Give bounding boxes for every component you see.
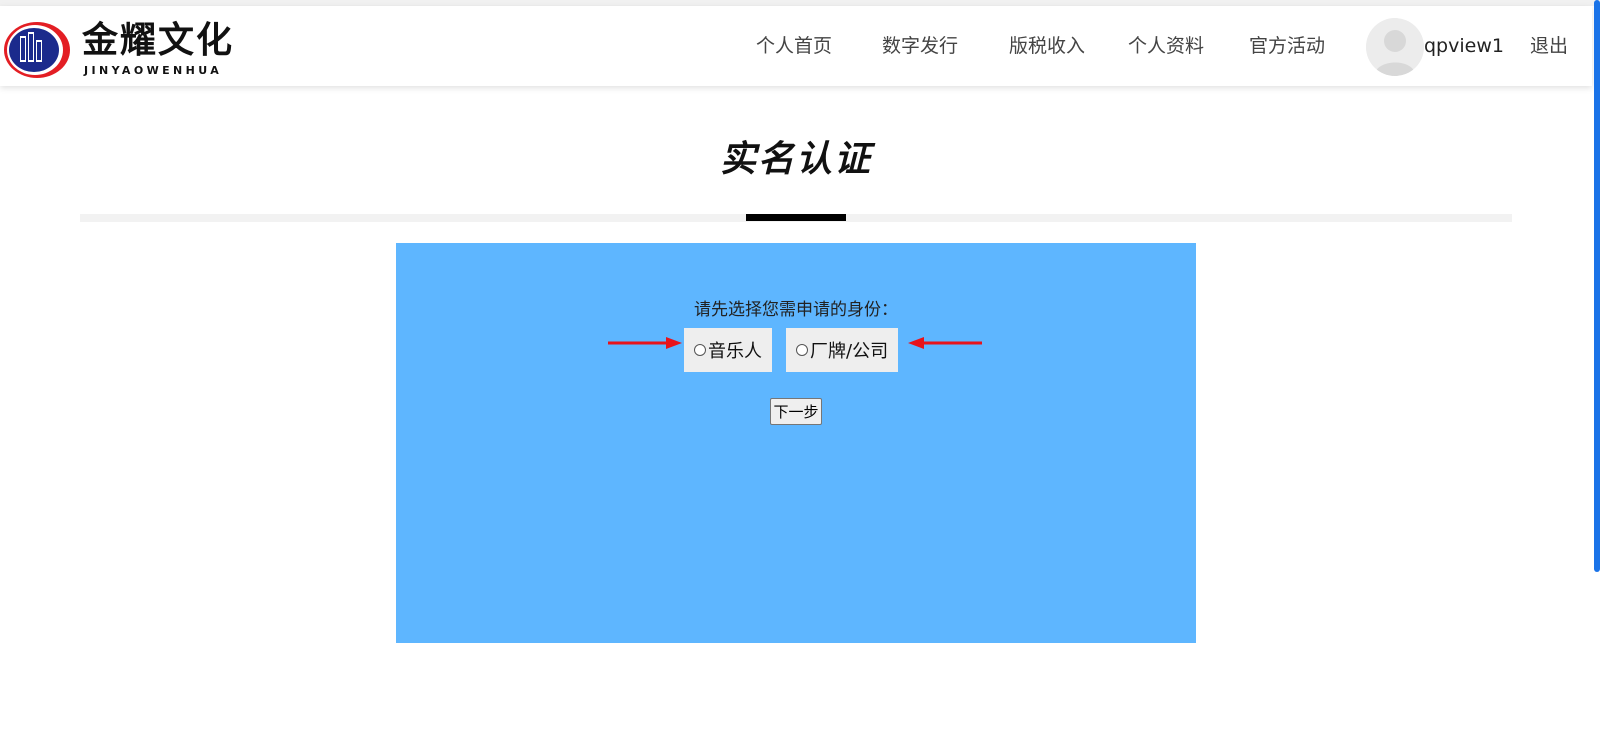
nav-item-digital-release[interactable]: 数字发行 (882, 28, 958, 64)
nav-item-official-events[interactable]: 官方活动 (1249, 28, 1325, 64)
identity-panel: 请先选择您需申请的身份： 音乐人 厂牌/公司 下一步 (396, 243, 1196, 643)
scrollbar[interactable] (1594, 0, 1600, 572)
option-musician[interactable]: 音乐人 (684, 328, 772, 372)
next-button[interactable]: 下一步 (770, 398, 822, 425)
nav-item-profile[interactable]: 个人资料 (1128, 28, 1204, 64)
logo-subtitle: JINYAOWENHUA (84, 64, 223, 77)
option-label-company[interactable]: 厂牌/公司 (786, 328, 899, 372)
username[interactable]: qpview1 (1424, 28, 1504, 64)
annotation-arrow-left-icon (908, 337, 982, 349)
avatar[interactable] (1366, 18, 1424, 76)
nav-item-home[interactable]: 个人首页 (756, 28, 832, 64)
logo-title: 金耀文化 (82, 19, 235, 61)
logout-link[interactable]: 退出 (1530, 28, 1568, 64)
radio-musician[interactable] (694, 344, 706, 356)
nav-item-royalty-income[interactable]: 版税收入 (1009, 28, 1085, 64)
site-header: 金耀文化 JINYAOWENHUA 个人首页 数字发行 版税收入 个人资料 官方… (0, 6, 1592, 86)
option-musician-label: 音乐人 (708, 341, 762, 362)
logo-emblem-icon (4, 22, 70, 78)
page-title: 实名认证 (719, 139, 872, 180)
annotation-arrow-right-icon (608, 337, 682, 349)
user-silhouette-icon (1366, 18, 1424, 76)
logo[interactable]: 金耀文化 JINYAOWENHUA (2, 16, 272, 80)
radio-label-company[interactable] (796, 344, 808, 356)
identity-prompt: 请先选择您需申请的身份： (694, 300, 898, 320)
option-label-company-label: 厂牌/公司 (810, 341, 889, 362)
title-divider-active (746, 214, 846, 221)
